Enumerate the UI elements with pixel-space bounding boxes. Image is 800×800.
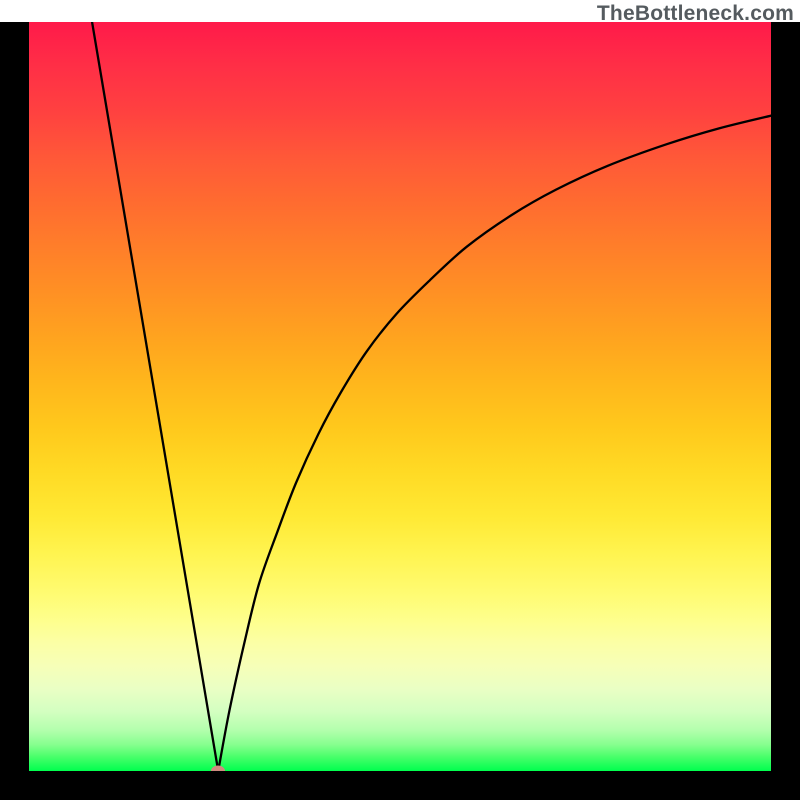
curve-svg	[29, 22, 771, 771]
curve-left-path	[92, 22, 218, 771]
plot-area	[29, 22, 771, 771]
chart-frame: TheBottleneck.com	[0, 0, 800, 800]
curve-right-path	[218, 116, 771, 771]
minimum-marker	[211, 766, 225, 772]
